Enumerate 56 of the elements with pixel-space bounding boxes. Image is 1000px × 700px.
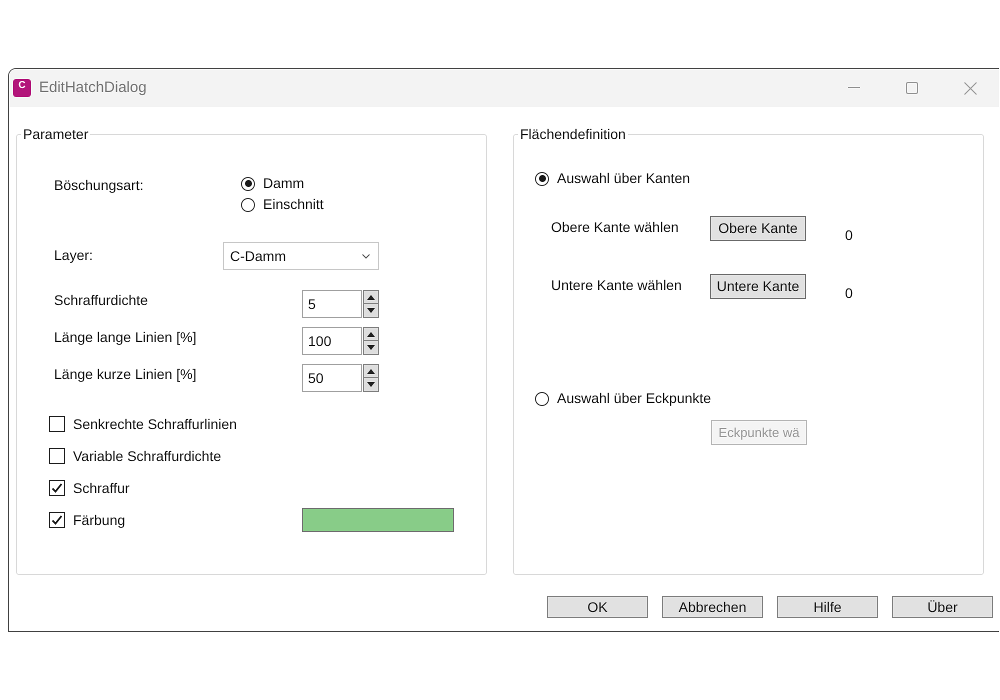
dialog-button[interactable]: Hilfe xyxy=(777,596,878,618)
radio-label: Damm xyxy=(263,174,304,193)
radio-button[interactable] xyxy=(535,392,549,406)
field-label: Böschungsart: xyxy=(54,176,144,195)
dialog-button[interactable]: OK xyxy=(547,596,648,618)
maximize-icon xyxy=(906,82,918,94)
checkbox[interactable] xyxy=(49,480,65,496)
spin-down-button[interactable] xyxy=(363,378,379,392)
layer-dropdown[interactable]: C-Damm xyxy=(223,242,379,270)
checkbox[interactable] xyxy=(49,416,65,432)
group-title: Parameter xyxy=(22,125,90,144)
number-field[interactable]: 5 xyxy=(302,290,362,318)
group-title: Flächendefinition xyxy=(519,125,627,144)
pick-edge-button[interactable]: Obere Kante xyxy=(710,216,806,241)
checkbox-label: Schraffur xyxy=(73,478,130,498)
color-swatch[interactable] xyxy=(302,508,454,532)
triangle-up-icon xyxy=(367,294,375,300)
number-field[interactable]: 100 xyxy=(302,327,362,355)
field-label: Obere Kante wählen xyxy=(551,218,680,237)
triangle-up-icon xyxy=(367,332,375,336)
radio-button[interactable] xyxy=(241,176,255,190)
triangle-down-icon xyxy=(367,345,375,350)
window-title: EditHatchDialog xyxy=(39,78,147,98)
checkbox[interactable] xyxy=(49,512,65,528)
chevron-down-icon xyxy=(362,254,370,258)
minimize-icon xyxy=(848,87,860,89)
radio-label: Auswahl über Kanten xyxy=(557,169,690,188)
radio-label: Auswahl über Eckpunkte xyxy=(557,389,712,408)
dialog-button[interactable]: Abbrechen xyxy=(662,596,763,618)
radio-button[interactable] xyxy=(241,198,255,212)
triangle-up-icon xyxy=(367,368,375,374)
spin-up-button[interactable] xyxy=(363,327,379,341)
spin-up-button[interactable] xyxy=(363,364,379,378)
edge-count: 0 xyxy=(845,284,853,303)
field-label: Länge lange Linien [%] xyxy=(54,328,198,347)
radio-label: Einschnitt xyxy=(263,195,324,214)
radio-button[interactable] xyxy=(535,172,549,186)
checkbox-label: Senkrechte Schraffurlinien xyxy=(73,414,237,434)
pick-edge-button[interactable]: Untere Kante xyxy=(710,274,806,299)
spin-down-button[interactable] xyxy=(363,304,379,318)
number-field[interactable]: 50 xyxy=(302,364,362,392)
close-icon xyxy=(964,82,976,94)
checkbox-label: Variable Schraffurdichte xyxy=(73,446,222,466)
edge-count: 0 xyxy=(845,226,853,245)
checkbox-label: Färbung xyxy=(73,510,126,530)
field-label: Länge kurze Linien [%] xyxy=(54,365,198,384)
dialog-button[interactable]: Über xyxy=(892,596,993,618)
triangle-down-icon xyxy=(367,308,375,313)
spin-up-button[interactable] xyxy=(363,290,379,304)
triangle-down-icon xyxy=(367,382,375,387)
field-label: Untere Kante wählen xyxy=(551,276,683,295)
field-label: Layer: xyxy=(54,246,94,265)
field-label: Schraffurdichte xyxy=(54,291,149,310)
spin-down-button[interactable] xyxy=(363,341,379,355)
checkbox[interactable] xyxy=(49,448,65,464)
app-logo: C xyxy=(13,79,31,97)
